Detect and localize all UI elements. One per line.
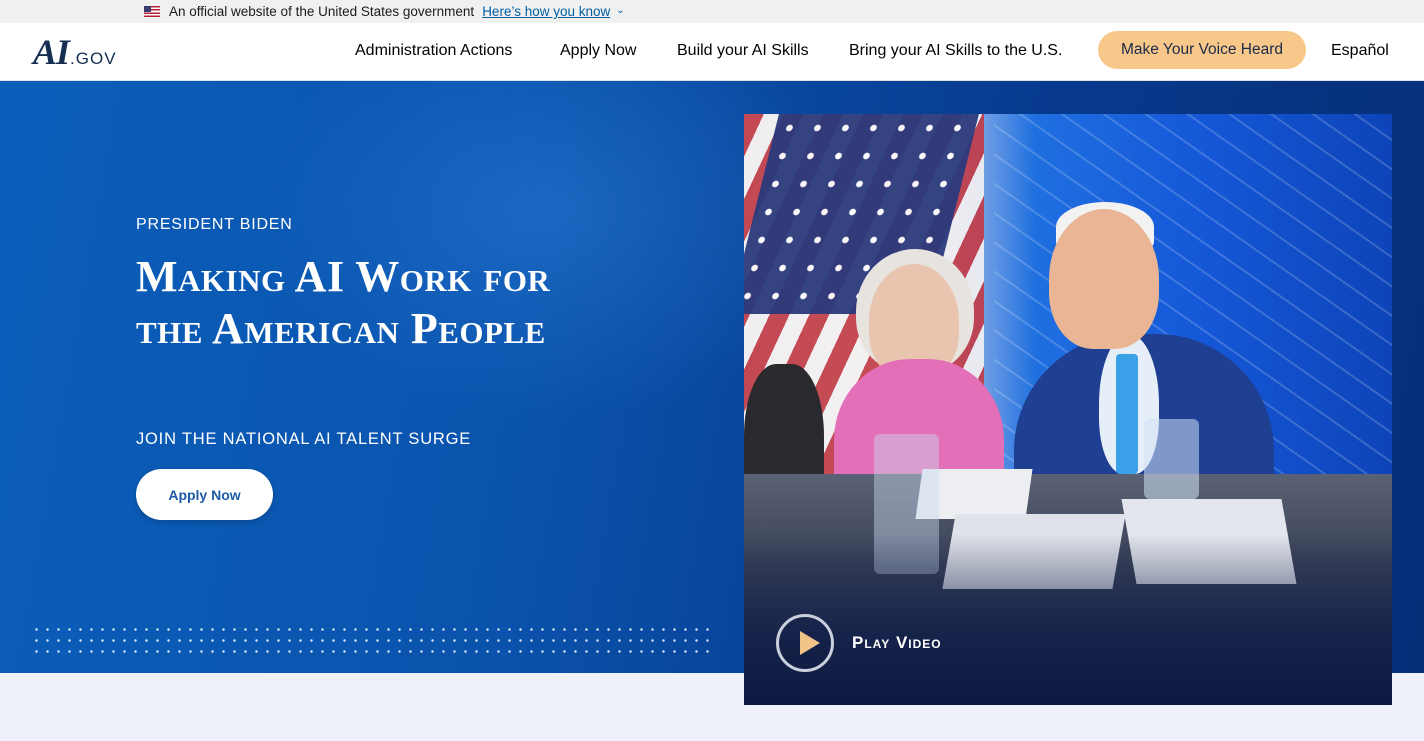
nav-administration-actions[interactable]: Administration Actions [355,42,512,60]
video-card[interactable]: Play Video [744,114,1392,705]
heres-how-you-know-link[interactable]: Here’s how you know [482,4,610,19]
site-logo[interactable]: AI .GOV [33,31,117,73]
hero-subline: JOIN THE NATIONAL AI TALENT SURGE [136,430,472,448]
decorative-dot-pattern [31,624,715,656]
site-header: AI .GOV Administration Actions Apply Now… [0,23,1424,81]
chevron-down-icon[interactable]: ⌄ [616,5,624,16]
nav-apply-now[interactable]: Apply Now [560,42,636,60]
play-icon[interactable] [776,614,834,672]
make-your-voice-heard-button[interactable]: Make Your Voice Heard [1098,31,1306,69]
logo-gov-text: .GOV [70,49,117,68]
nav-espanol[interactable]: Español [1331,42,1389,60]
gov-banner-text: An official website of the United States… [169,4,475,19]
logo-ai-text: AI [33,32,70,72]
nav-build-ai-skills[interactable]: Build your AI Skills [677,42,809,60]
hero-headline: Making AI Work for the American People [136,252,551,353]
hero-eyebrow: PRESIDENT BIDEN [136,216,293,233]
play-video-label[interactable]: Play Video [852,633,942,653]
nav-bring-ai-skills[interactable]: Bring your AI Skills to the U.S. [849,42,1062,60]
us-flag-icon [144,6,160,17]
gov-banner: An official website of the United States… [0,0,1424,23]
apply-now-button[interactable]: Apply Now [136,469,273,520]
